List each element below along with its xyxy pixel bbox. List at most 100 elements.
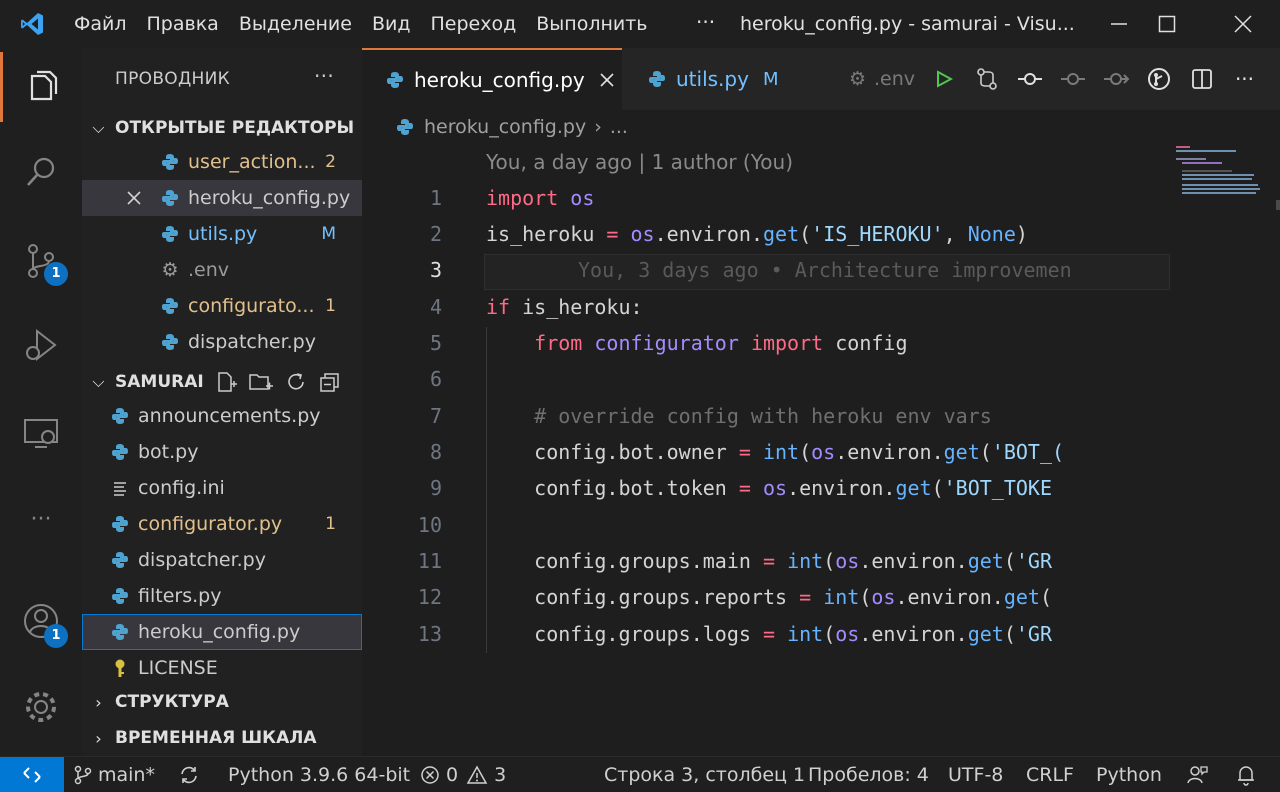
error-count: 0 — [446, 764, 459, 786]
code-line: config.bot.token = os.environ.get('BOT_T… — [534, 476, 1052, 500]
project-section[interactable]: ⌵ SAMURAI — [82, 364, 362, 400]
encoding[interactable]: UTF-8 — [948, 757, 1003, 792]
branch-indicator[interactable]: main* — [74, 757, 155, 792]
sync-icon[interactable] — [178, 757, 200, 792]
line-number-current: 3 — [429, 258, 442, 282]
explorer-icon[interactable] — [0, 52, 82, 122]
file-tree-item[interactable]: filters.py — [82, 578, 362, 614]
remote-indicator-icon[interactable] — [0, 757, 64, 792]
minimap-line — [1176, 158, 1206, 160]
file-tree-item-selected[interactable]: heroku_config.py — [82, 614, 362, 650]
tab-utils[interactable]: utils.py M — [626, 48, 826, 110]
breadcrumb-file[interactable]: heroku_config.py — [424, 116, 586, 138]
refresh-icon[interactable] — [284, 370, 308, 394]
open-editors-title: ОТКРЫТЫЕ РЕДАКТОРЫ — [115, 118, 355, 138]
menu-edit[interactable]: Правка — [137, 0, 229, 48]
file-tree-item[interactable]: configurator.py 1 — [82, 506, 362, 542]
minimap-line — [1182, 170, 1232, 172]
notifications-bell-icon[interactable] — [1236, 757, 1256, 792]
open-editor-item[interactable]: ⚙ .env — [82, 252, 362, 288]
problems-indicator[interactable]: 0 3 — [420, 757, 506, 792]
outline-section[interactable]: › СТРУКТУРА — [82, 684, 362, 720]
file-tree-item[interactable]: LICENSE — [82, 650, 362, 686]
menu-selection[interactable]: Выделение — [229, 0, 362, 48]
collapse-all-icon[interactable] — [318, 370, 342, 394]
minimap-line — [1182, 188, 1260, 190]
split-editor-icon[interactable] — [1180, 48, 1223, 110]
python-file-icon — [158, 153, 182, 171]
line-number: 5 — [429, 331, 442, 355]
open-editors-section[interactable]: ⌵ ОТКРЫТЫЕ РЕДАКТОРЫ — [82, 110, 362, 146]
menu-go[interactable]: Переход — [421, 0, 527, 48]
gitlens-icon[interactable] — [1137, 48, 1180, 110]
breadcrumb-symbol[interactable]: ... — [610, 116, 628, 138]
menu-bar: Файл Правка Выделение Вид Переход Выполн… — [64, 0, 658, 48]
env-tab-overflow[interactable]: ⚙ .env — [842, 48, 922, 110]
run-file-icon[interactable] — [922, 48, 965, 110]
menu-more-button[interactable]: ··· — [696, 0, 715, 44]
cursor-position[interactable]: Строка 3, столбец 1 — [604, 757, 805, 792]
open-editor-item[interactable]: utils.py M — [82, 216, 362, 252]
line-number: 12 — [417, 585, 442, 609]
open-changes-icon[interactable] — [965, 48, 1008, 110]
menu-run[interactable]: Выполнить — [526, 0, 657, 48]
menu-view[interactable]: Вид — [362, 0, 421, 48]
tab-close-icon[interactable] — [599, 72, 615, 88]
project-actions — [214, 370, 342, 394]
file-tree-item[interactable]: dispatcher.py — [82, 542, 362, 578]
close-icon[interactable] — [122, 190, 146, 206]
minimap-line — [1182, 162, 1222, 164]
open-editor-label: .env — [188, 259, 230, 281]
codelens-blame[interactable]: You, a day ago | 1 author (You) — [486, 150, 793, 174]
explorer-title: ПРОВОДНИК — [115, 69, 231, 89]
open-editor-item[interactable]: dispatcher.py — [82, 324, 362, 360]
scm-badge: 1 — [44, 262, 68, 286]
source-control-icon[interactable]: 1 — [0, 226, 82, 296]
code-editor[interactable]: You, a day ago | 1 author (You) 1 2 3 4 … — [362, 144, 1170, 756]
minimap[interactable] — [1170, 144, 1280, 756]
more-actions-icon[interactable]: ··· — [1223, 48, 1266, 110]
more-views-icon[interactable]: ··· — [0, 484, 82, 554]
next-change-icon[interactable] — [1051, 48, 1094, 110]
explorer-more-button[interactable]: ··· — [314, 64, 334, 88]
run-debug-icon[interactable] — [0, 310, 82, 380]
maximize-button[interactable] — [1142, 0, 1192, 48]
problem-count: 2 — [325, 152, 336, 172]
timeline-section[interactable]: › ВРЕМЕННАЯ ШКАЛА — [82, 720, 362, 756]
open-editor-item[interactable]: configurato... 1 — [82, 288, 362, 324]
timeline-title: ВРЕМЕННАЯ ШКАЛА — [115, 728, 317, 748]
previous-change-icon[interactable] — [1008, 48, 1051, 110]
python-file-icon — [158, 297, 182, 315]
close-window-button[interactable] — [1218, 0, 1268, 48]
python-file-icon — [108, 443, 132, 461]
minimize-button[interactable] — [1094, 0, 1144, 48]
language-mode[interactable]: Python — [1096, 757, 1162, 792]
remote-explorer-icon[interactable] — [0, 398, 82, 468]
file-tree-item[interactable]: announcements.py — [82, 398, 362, 434]
compare-change-icon[interactable] — [1094, 48, 1137, 110]
new-file-icon[interactable] — [214, 370, 238, 394]
chevron-right-icon: › — [594, 116, 602, 138]
search-icon[interactable] — [0, 138, 82, 208]
tab-heroku-config[interactable]: heroku_config.py — [362, 48, 622, 110]
accounts-icon[interactable]: 1 — [0, 586, 82, 656]
open-editor-item-active[interactable]: heroku_config.py — [82, 180, 362, 216]
end-of-line[interactable]: CRLF — [1026, 757, 1074, 792]
settings-gear-icon[interactable] — [0, 672, 82, 742]
indentation[interactable]: Пробелов: 4 — [808, 757, 929, 792]
menu-file[interactable]: Файл — [64, 0, 137, 48]
accounts-badge: 1 — [44, 624, 68, 648]
file-tree-item[interactable]: config.ini — [82, 470, 362, 506]
inline-blame-annotation[interactable]: You, 3 days ago • Architecture improveme… — [578, 258, 1072, 282]
code-line: if is_heroku: — [486, 295, 643, 319]
new-folder-icon[interactable] — [248, 370, 274, 394]
feedback-icon[interactable] — [1186, 757, 1208, 792]
explorer-header: ПРОВОДНИК ··· — [82, 48, 362, 110]
python-file-icon — [108, 407, 132, 425]
open-editor-item[interactable]: user_action... 2 — [82, 144, 362, 180]
file-tree-item[interactable]: bot.py — [82, 434, 362, 470]
line-number: 9 — [429, 476, 442, 500]
tab-label: utils.py — [676, 67, 749, 91]
python-interpreter[interactable]: Python 3.9.6 64-bit — [228, 757, 410, 792]
scrollbar-thumb[interactable] — [1276, 200, 1280, 210]
